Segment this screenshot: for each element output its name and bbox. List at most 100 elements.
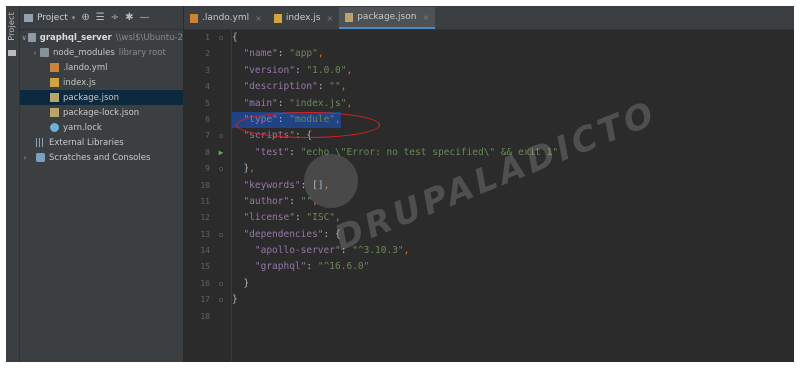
line-number: 11	[200, 196, 210, 206]
code-text: "description": "",	[243, 81, 347, 93]
line-number: 18	[200, 311, 210, 321]
ide-window: Project Project ▾ ⊕ ☰ ÷ ✱ — ∨ graphql_se…	[6, 6, 794, 362]
code-text: "author": "",	[243, 195, 318, 207]
minimize-icon[interactable]: —	[139, 12, 149, 23]
code-text: }	[232, 294, 238, 306]
code-line[interactable]: 16 ▫ }	[184, 276, 794, 292]
tree-item-label: package.json	[63, 92, 119, 103]
chevron-down-icon[interactable]: ∨	[20, 34, 28, 42]
code-line[interactable]: 17 ▫}	[184, 292, 794, 308]
tree-item-label: index.js	[63, 77, 96, 88]
line-number: 17	[200, 295, 210, 305]
line-number: 6	[205, 114, 210, 124]
project-tree: ∨ graphql_server \\wsl$\Ubuntu-2 › node_…	[20, 30, 183, 165]
tab-package-json[interactable]: package.json ×	[339, 7, 436, 29]
tree-item-label: graphql_server	[39, 32, 112, 43]
line-number: 5	[205, 98, 210, 108]
collapse-icon[interactable]: ☰	[96, 12, 105, 23]
tree-item-index-js[interactable]: index.js	[20, 75, 183, 90]
close-icon[interactable]: ×	[255, 14, 262, 23]
chevron-down-icon: ▾	[71, 13, 76, 22]
folder-icon[interactable]	[8, 50, 16, 56]
tree-item-scratches[interactable]: › Scratches and Consoles	[20, 150, 183, 165]
tab-label: package.json	[357, 12, 417, 22]
line-number: 4	[205, 82, 210, 92]
tool-window-strip: Project	[6, 6, 20, 362]
tree-item-node-modules[interactable]: › node_modules library root	[20, 45, 183, 60]
code-text: "version": "1.0.0",	[243, 64, 353, 76]
close-icon[interactable]: ×	[422, 13, 429, 22]
line-number: 2	[205, 49, 210, 59]
line-number: 8	[205, 147, 210, 157]
code-line[interactable]: 13 ▫ "dependencies": {	[184, 227, 794, 243]
close-icon[interactable]: ×	[327, 14, 334, 23]
target-icon[interactable]: ⊕	[81, 12, 89, 23]
library-icon	[36, 138, 45, 147]
code-line[interactable]: 1 ▫ {	[184, 30, 794, 46]
code-text: "dependencies": {	[243, 228, 341, 240]
line-number: 14	[200, 246, 210, 256]
code-line[interactable]: 4 "description": "",	[184, 79, 794, 95]
code-line[interactable]: 3 "version": "1.0.0",	[184, 63, 794, 79]
code-line[interactable]: 14 "apollo-server": "^3.10.3",	[184, 243, 794, 259]
fold-icon[interactable]: ▫	[214, 276, 228, 292]
project-tool-button[interactable]: Project	[7, 12, 16, 41]
line-number: 3	[205, 65, 210, 75]
tree-item-package-lock-json[interactable]: package-lock.json	[20, 105, 183, 120]
line-number: 10	[200, 180, 210, 190]
tree-item-label: node_modules	[53, 47, 115, 58]
line-number: 15	[200, 262, 210, 272]
scratch-icon	[36, 153, 45, 162]
fold-icon[interactable]: ▫	[214, 128, 228, 144]
code-text: "name": "app",	[243, 48, 324, 60]
project-view-selector[interactable]: Project ▾	[24, 13, 75, 23]
expand-icon[interactable]: ÷	[111, 12, 119, 23]
fold-icon[interactable]: ▫	[214, 227, 228, 243]
project-title: Project	[37, 12, 68, 23]
code-line[interactable]: 2 "name": "app",	[184, 46, 794, 62]
line-number: 9	[205, 164, 210, 174]
yarn-icon	[50, 123, 59, 132]
tree-item-lando-yml[interactable]: .lando.yml	[20, 60, 183, 75]
fold-icon[interactable]: ▫	[214, 292, 228, 308]
line-number: 7	[205, 131, 210, 141]
fold-icon[interactable]: ▫	[214, 30, 228, 46]
tree-item-graphql-server[interactable]: ∨ graphql_server \\wsl$\Ubuntu-2	[20, 30, 183, 45]
line-number: 13	[200, 229, 210, 239]
tree-item-package-json[interactable]: package.json	[20, 90, 183, 105]
tree-item-path: \\wsl$\Ubuntu-2	[115, 32, 183, 43]
code-text: {	[232, 32, 238, 43]
line-number: 16	[200, 278, 210, 288]
js-file-icon	[273, 13, 282, 23]
code-line[interactable]: 15 "graphql": "^16.6.0"	[184, 259, 794, 275]
code-text: },	[243, 163, 255, 175]
highlight-annotation-oval	[236, 112, 380, 138]
tab-label: index.js	[285, 13, 321, 23]
fold-icon[interactable]: ▫	[214, 161, 228, 177]
line-number: 12	[200, 213, 210, 223]
gear-icon[interactable]: ✱	[125, 12, 133, 23]
tree-item-label: Scratches and Consoles	[49, 152, 151, 163]
folder-icon	[28, 33, 36, 42]
code-text: "license": "ISC",	[243, 212, 341, 224]
tree-item-label: External Libraries	[49, 137, 124, 148]
code-line[interactable]: 12 "license": "ISC",	[184, 210, 794, 226]
tab-lando-yml[interactable]: .lando.yml ×	[184, 7, 268, 29]
tree-item-label: yarn.lock	[63, 122, 102, 133]
project-toolbar: Project ▾ ⊕ ☰ ÷ ✱ —	[20, 6, 183, 30]
code-line[interactable]: 5 "main": "index.js",	[184, 96, 794, 112]
chevron-right-icon[interactable]: ›	[20, 154, 30, 162]
tab-index-js[interactable]: index.js ×	[268, 7, 339, 29]
json-file-icon	[345, 12, 354, 22]
tree-item-external-libraries[interactable]: External Libraries	[20, 135, 183, 150]
code-line[interactable]: 18	[184, 309, 794, 325]
tree-item-yarn-lock[interactable]: yarn.lock	[20, 120, 183, 135]
code-text: "apollo-server": "^3.10.3",	[254, 245, 410, 257]
tab-label: .lando.yml	[202, 13, 250, 23]
code-text: "graphql": "^16.6.0"	[254, 261, 370, 273]
run-script-icon[interactable]: ▶	[214, 145, 228, 161]
editor-tabs: .lando.yml × index.js × package.json ×	[184, 6, 794, 30]
chevron-right-icon[interactable]: ›	[30, 49, 40, 57]
code-text: }	[243, 277, 250, 289]
tree-item-label: package-lock.json	[63, 107, 140, 118]
